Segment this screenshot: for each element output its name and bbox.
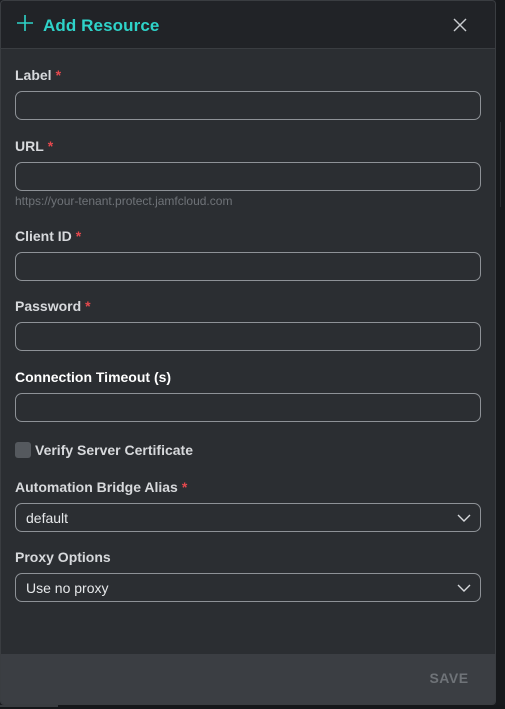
timeout-field-label: Connection Timeout (s) xyxy=(15,369,171,385)
dialog-header: Add Resource xyxy=(1,1,495,49)
proxy-options-selected-value: Use no proxy xyxy=(26,580,109,596)
proxy-options-select[interactable]: Use no proxy xyxy=(15,573,481,602)
bridge-alias-field-label-text: Automation Bridge Alias xyxy=(15,479,178,495)
label-field-label-text: Label xyxy=(15,67,52,83)
proxy-options-field-label-text: Proxy Options xyxy=(15,549,111,565)
dialog-footer: SAVE xyxy=(1,654,495,704)
plus-icon xyxy=(17,15,33,31)
required-marker: * xyxy=(47,138,54,154)
close-icon[interactable] xyxy=(451,16,469,34)
required-marker: * xyxy=(55,67,62,83)
verify-cert-label[interactable]: Verify Server Certificate xyxy=(35,442,193,458)
connection-timeout-input[interactable] xyxy=(15,393,481,422)
bridge-alias-select[interactable]: default xyxy=(15,503,481,532)
dialog-title: Add Resource xyxy=(43,16,160,35)
url-hint: https://your-tenant.protect.jamfcloud.co… xyxy=(15,194,233,208)
password-input[interactable] xyxy=(15,322,481,351)
background-bottom xyxy=(0,705,505,709)
url-field-label: URL * xyxy=(15,138,53,154)
add-resource-dialog: Add Resource Label * URL * https://your-te… xyxy=(0,0,496,705)
bridge-alias-selected-value: default xyxy=(26,510,69,526)
label-field-label: Label * xyxy=(15,67,61,83)
client-id-field-label-text: Client ID xyxy=(15,228,72,244)
required-marker: * xyxy=(85,298,91,314)
label-input[interactable] xyxy=(15,91,481,120)
save-button[interactable]: SAVE xyxy=(417,670,481,692)
background-app xyxy=(496,0,505,709)
chevron-down-icon xyxy=(457,514,471,522)
required-marker: * xyxy=(75,228,82,244)
password-field-label-text: Password xyxy=(15,298,82,314)
client-id-input[interactable] xyxy=(15,252,481,281)
password-field-label: Password * xyxy=(15,298,91,314)
required-marker: * xyxy=(181,479,188,495)
client-id-field-label: Client ID * xyxy=(15,228,81,244)
chevron-down-icon xyxy=(457,584,471,592)
proxy-options-field-label: Proxy Options xyxy=(15,549,111,565)
url-field-label-text: URL xyxy=(15,138,44,154)
verify-cert-checkbox[interactable] xyxy=(15,442,31,458)
bridge-alias-field-label: Automation Bridge Alias * xyxy=(15,479,187,495)
verify-cert-row[interactable]: Verify Server Certificate xyxy=(15,441,193,459)
url-input[interactable] xyxy=(15,162,481,191)
background-divider xyxy=(500,122,501,207)
timeout-field-label-text: Connection Timeout (s) xyxy=(15,369,172,385)
background-edge xyxy=(0,705,58,707)
